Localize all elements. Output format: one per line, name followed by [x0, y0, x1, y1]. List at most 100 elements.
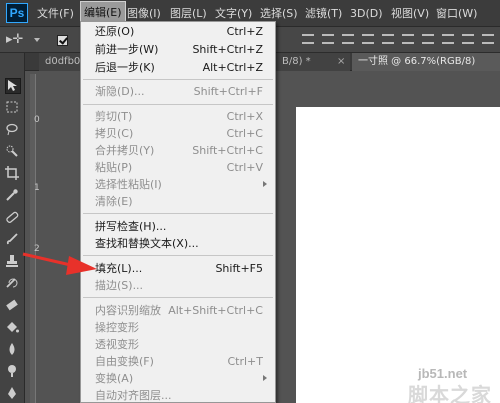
menu-item-label: 清除(E): [95, 195, 133, 208]
close-icon[interactable]: ×: [337, 56, 345, 67]
clone-stamp-tool-icon[interactable]: [5, 254, 21, 270]
menu-item-label: 拷贝(C): [95, 127, 134, 140]
menu-item-fill[interactable]: 填充(L)... Shift+F5: [81, 260, 275, 277]
blur-tool-icon[interactable]: [5, 342, 21, 358]
edit-menu-dropdown: 还原(O) Ctrl+Z 前进一步(W) Shift+Ctrl+Z 后退一步(K) A…: [80, 21, 276, 403]
menu-item-shortcut: Ctrl+Z: [226, 25, 263, 38]
menu-window[interactable]: 窗口(W): [436, 0, 477, 27]
menu-item-copy-merged[interactable]: 合并拷贝(Y) Shift+Ctrl+C: [81, 142, 275, 159]
menu-item-spell-check[interactable]: 拼写检查(H)...: [81, 218, 275, 235]
menu-3d[interactable]: 3D(D): [350, 0, 383, 27]
menu-separator: [83, 213, 273, 214]
menu-item-copy[interactable]: 拷贝(C) Ctrl+C: [81, 125, 275, 142]
menu-item-undo[interactable]: 还原(O) Ctrl+Z: [81, 23, 275, 40]
ruler-label: 1: [34, 183, 40, 193]
menu-item-perspective-warp[interactable]: 透视变形: [81, 336, 275, 353]
distribute-icon[interactable]: [442, 34, 454, 44]
menu-item-transform[interactable]: 变换(A): [81, 370, 275, 387]
menu-item-label: 自由变换(F): [95, 355, 154, 368]
menu-item-shortcut: Ctrl+X: [226, 110, 263, 123]
align-icon[interactable]: [342, 34, 354, 44]
menu-filter[interactable]: 滤镜(T): [305, 0, 342, 27]
menu-separator: [83, 104, 273, 105]
menu-item-find-replace[interactable]: 查找和替换文本(X)...: [81, 235, 275, 252]
menu-item-label: 选择性粘贴(I): [95, 178, 162, 191]
menu-item-label: 渐隐(D)...: [95, 85, 145, 98]
chevron-down-icon[interactable]: [34, 38, 40, 42]
menu-item-shortcut: Shift+Ctrl+C: [192, 144, 263, 157]
lasso-tool-icon[interactable]: [5, 122, 21, 138]
document-canvas[interactable]: [296, 107, 500, 403]
ruler-label: 0: [34, 115, 40, 125]
menu-item-label: 前进一步(W): [95, 43, 159, 56]
menu-item-label: 剪切(T): [95, 110, 133, 123]
menu-item-label: 透视变形: [95, 338, 139, 351]
distribute-icon[interactable]: [462, 34, 474, 44]
menu-separator: [83, 79, 273, 80]
menu-item-label: 自动对齐图层...: [95, 389, 172, 402]
menu-item-cut[interactable]: 剪切(T) Ctrl+X: [81, 108, 275, 125]
menu-item-label: 粘贴(P): [95, 161, 133, 174]
align-icon[interactable]: [322, 34, 334, 44]
menu-item-shortcut: Shift+F5: [215, 262, 263, 275]
submenu-arrow-icon: [263, 181, 267, 187]
menu-item-paste[interactable]: 粘贴(P) Ctrl+V: [81, 159, 275, 176]
photoshop-logo: Ps: [6, 3, 28, 23]
menu-item-auto-align-layers[interactable]: 自动对齐图层...: [81, 387, 275, 403]
align-icon[interactable]: [382, 34, 394, 44]
menu-item-label: 查找和替换文本(X)...: [95, 237, 199, 250]
crop-tool-icon[interactable]: [5, 166, 21, 182]
pen-tool-icon[interactable]: [5, 386, 21, 402]
menu-item-shortcut: Shift+Ctrl+F: [193, 85, 263, 98]
healing-brush-tool-icon[interactable]: [5, 210, 21, 226]
menu-separator: [83, 297, 273, 298]
menu-item-step-forward[interactable]: 前进一步(W) Shift+Ctrl+Z: [81, 41, 275, 58]
document-tab-active[interactable]: 一寸照 @ 66.7%(RGB/8): [352, 53, 500, 71]
dodge-tool-icon[interactable]: [5, 364, 21, 380]
menu-item-stroke[interactable]: 描边(S)...: [81, 277, 275, 294]
watermark-logo: 脚本之家: [408, 383, 492, 403]
menu-item-free-transform[interactable]: 自由变换(F) Ctrl+T: [81, 353, 275, 370]
auto-select-checkbox[interactable]: [57, 35, 68, 46]
menu-view[interactable]: 视图(V): [391, 0, 429, 27]
eraser-tool-icon[interactable]: [5, 298, 21, 314]
history-brush-tool-icon[interactable]: [5, 276, 21, 292]
menu-item-content-aware-scale[interactable]: 内容识别缩放 Alt+Shift+Ctrl+C: [81, 302, 275, 319]
marquee-tool-icon[interactable]: [5, 100, 21, 116]
menu-item-clear[interactable]: 清除(E): [81, 193, 275, 210]
menu-item-shortcut: Ctrl+C: [226, 127, 263, 140]
distribute-icon[interactable]: [422, 34, 434, 44]
align-icon[interactable]: [402, 34, 414, 44]
menu-item-step-backward[interactable]: 后退一步(K) Alt+Ctrl+Z: [81, 59, 275, 76]
align-icon[interactable]: [302, 34, 314, 44]
menu-item-puppet-warp[interactable]: 操控变形: [81, 319, 275, 336]
move-tool-icon[interactable]: [5, 78, 21, 94]
menu-item-label: 描边(S)...: [95, 279, 144, 292]
toolbox: [0, 53, 25, 403]
menu-item-label: 内容识别缩放: [95, 304, 161, 317]
menu-item-shortcut: Shift+Ctrl+Z: [192, 43, 263, 56]
submenu-arrow-icon: [263, 375, 267, 381]
menu-item-shortcut: Alt+Ctrl+Z: [202, 61, 263, 74]
paint-bucket-tool-icon[interactable]: [5, 320, 21, 336]
menu-item-paste-special[interactable]: 选择性粘贴(I): [81, 176, 275, 193]
move-tool-preset-icon[interactable]: ▸✛: [6, 32, 23, 47]
menu-file[interactable]: 文件(F): [37, 0, 74, 27]
menu-item-label: 变换(A): [95, 372, 134, 385]
brush-tool-icon[interactable]: [5, 232, 21, 248]
menu-item-shortcut: Alt+Shift+Ctrl+C: [168, 304, 263, 317]
menu-item-shortcut: Ctrl+V: [226, 161, 263, 174]
menu-item-label: 操控变形: [95, 321, 139, 334]
distribute-icon[interactable]: [482, 34, 494, 44]
menu-item-fade[interactable]: 渐隐(D)... Shift+Ctrl+F: [81, 83, 275, 100]
menu-item-label: 后退一步(K): [95, 61, 155, 74]
align-icon[interactable]: [362, 34, 374, 44]
menu-item-label: 拼写检查(H)...: [95, 220, 167, 233]
eyedropper-tool-icon[interactable]: [5, 188, 21, 204]
menu-item-label: 还原(O): [95, 25, 135, 38]
quick-selection-tool-icon[interactable]: [5, 144, 21, 160]
menu-item-shortcut: Ctrl+T: [227, 355, 263, 368]
menu-separator: [83, 255, 273, 256]
menu-item-label: 合并拷贝(Y): [95, 144, 155, 157]
menu-item-label: 填充(L)...: [95, 262, 143, 275]
